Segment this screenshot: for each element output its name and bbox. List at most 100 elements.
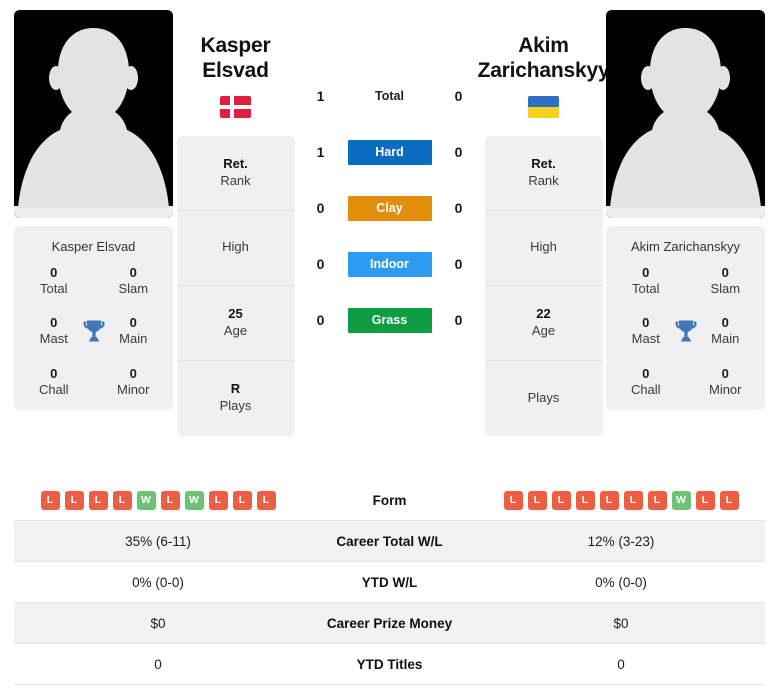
label: Slam	[710, 280, 741, 296]
value: 0	[50, 365, 58, 381]
row-label: Career Total W/L	[336, 533, 443, 549]
label: Total	[40, 280, 68, 296]
h2h-top-section: Kasper Elsvad 0 Total 0 Slam 0 Mast 0 Ma…	[0, 0, 779, 436]
value: Ret.	[223, 155, 248, 171]
label: Age	[531, 322, 556, 338]
value: 0	[129, 264, 137, 280]
left-player-name: Kasper Elsvad	[200, 10, 270, 84]
label: Total	[632, 280, 660, 296]
right-player-name: Akim Zarichanskyy	[478, 10, 610, 84]
label: Rank	[528, 172, 559, 188]
value: 0	[721, 365, 729, 381]
right-vital-plays: Plays	[485, 361, 603, 436]
form-badge-l[interactable]: L	[256, 490, 276, 510]
left-name-column: Kasper Elsvad Ret. Rank High 25 Age R Pl…	[175, 10, 296, 436]
left-titles-total: 0 Total	[14, 265, 94, 298]
right-titles-slam: 0 Slam	[686, 265, 766, 298]
ukraine-flag-icon	[528, 95, 559, 118]
label: Plays	[527, 389, 560, 405]
left-score: 1	[316, 144, 325, 160]
right-value: 0% (0-0)	[595, 574, 647, 590]
left-vital-age: 25 Age	[176, 286, 295, 361]
value: 0	[721, 264, 729, 280]
value: 0	[129, 365, 137, 381]
left-player-photo	[14, 10, 173, 218]
right-value: 0	[617, 656, 625, 672]
form-badge-l[interactable]: L	[551, 490, 571, 510]
form-badge-l[interactable]: L	[112, 490, 132, 510]
form-badge-w[interactable]: W	[671, 490, 691, 510]
right-vitals-card: Ret. Rank High 22 Age Plays	[484, 135, 603, 436]
right-vital-high: High	[484, 211, 603, 286]
left-value: $0	[150, 615, 166, 631]
form-badge-l[interactable]: L	[503, 490, 523, 510]
label: Age	[223, 322, 248, 338]
right-form-cell: LLLLLLLWLL	[477, 490, 765, 510]
left-form-badges: LLLLWLWLLL	[14, 490, 302, 510]
right-titles-chall: 0 Chall	[606, 366, 686, 399]
h2h-badge-clay[interactable]: Clay	[347, 195, 432, 221]
right-score: 0	[454, 200, 463, 216]
h2h-badge-grass[interactable]: Grass	[347, 307, 432, 333]
form-badge-l[interactable]: L	[695, 490, 715, 510]
value: R	[230, 381, 241, 397]
trophy-icon	[675, 320, 696, 342]
left-last-name: Elsvad	[202, 58, 269, 82]
left-score: 1	[316, 88, 325, 104]
h2h-badge-hard[interactable]: Hard	[347, 139, 432, 165]
table-row-ytd-wl: 0% (0-0) YTD W/L 0% (0-0)	[14, 562, 765, 603]
right-titles-grid: 0 Total 0 Slam 0 Mast 0 Main 0 Chall 0 M…	[606, 265, 765, 399]
h2h-label-total: Total	[375, 89, 404, 103]
form-badge-l[interactable]: L	[160, 490, 180, 510]
label: Rank	[220, 172, 251, 188]
right-titles-minor: 0 Minor	[686, 366, 766, 399]
form-badge-l[interactable]: L	[527, 490, 547, 510]
form-badge-l[interactable]: L	[575, 490, 595, 510]
right-score: 0	[454, 144, 463, 160]
value: Ret.	[531, 155, 556, 171]
left-score: 0	[316, 256, 325, 272]
label: Plays	[219, 398, 252, 414]
left-form-cell: LLLLWLWLLL	[14, 490, 302, 510]
form-badge-w[interactable]: W	[136, 490, 156, 510]
left-titles-minor: 0 Minor	[94, 366, 174, 399]
right-vital-age: 22 Age	[484, 286, 603, 361]
form-badge-l[interactable]: L	[623, 490, 643, 510]
right-score: 0	[454, 312, 463, 328]
left-titles-card: Kasper Elsvad 0 Total 0 Slam 0 Mast 0 Ma…	[14, 226, 173, 411]
h2h-page: Kasper Elsvad 0 Total 0 Slam 0 Mast 0 Ma…	[0, 0, 779, 699]
person-silhouette-icon	[14, 10, 173, 218]
h2h-surface-column: 1 Total 0 1 Hard 0 0 Clay 0 0 Indoor 0 0	[298, 10, 481, 348]
right-trophy-icon-wrap	[669, 314, 703, 348]
table-row-career-prize-money: $0 Career Prize Money $0	[14, 603, 765, 644]
row-label: Form	[372, 492, 407, 508]
person-silhouette-icon	[606, 10, 765, 218]
left-titles-slam: 0 Slam	[94, 265, 174, 298]
left-vital-high: High	[176, 211, 295, 286]
comparison-table: LLLLWLWLLL Form LLLLLLLWLL 35% (6-11) Ca…	[14, 480, 765, 685]
right-player-photo	[606, 10, 765, 218]
form-badge-l[interactable]: L	[647, 490, 667, 510]
left-score: 0	[316, 200, 325, 216]
trophy-icon	[83, 320, 104, 342]
form-badge-l[interactable]: L	[719, 490, 739, 510]
form-badge-l[interactable]: L	[208, 490, 228, 510]
left-trophy-icon-wrap	[77, 314, 111, 348]
form-badge-l[interactable]: L	[232, 490, 252, 510]
left-titles-grid: 0 Total 0 Slam 0 Mast 0 Main 0 Chall 0 M…	[14, 265, 173, 399]
right-form-badges: LLLLLLLWLL	[477, 490, 765, 510]
right-player-column: Akim Zarichanskyy 0 Total 0 Slam 0 Mast	[606, 10, 765, 411]
label: Minor	[116, 381, 150, 397]
form-badge-w[interactable]: W	[184, 490, 204, 510]
label: Chall	[38, 381, 69, 397]
form-badge-l[interactable]: L	[40, 490, 60, 510]
h2h-row-indoor: 0 Indoor 0	[298, 236, 481, 292]
form-badge-l[interactable]: L	[599, 490, 619, 510]
right-score: 0	[454, 256, 463, 272]
value: 0	[50, 264, 58, 280]
label: Minor	[708, 381, 742, 397]
form-badge-l[interactable]: L	[64, 490, 84, 510]
right-titles-total: 0 Total	[606, 265, 686, 298]
form-badge-l[interactable]: L	[88, 490, 108, 510]
h2h-badge-indoor[interactable]: Indoor	[347, 251, 432, 277]
